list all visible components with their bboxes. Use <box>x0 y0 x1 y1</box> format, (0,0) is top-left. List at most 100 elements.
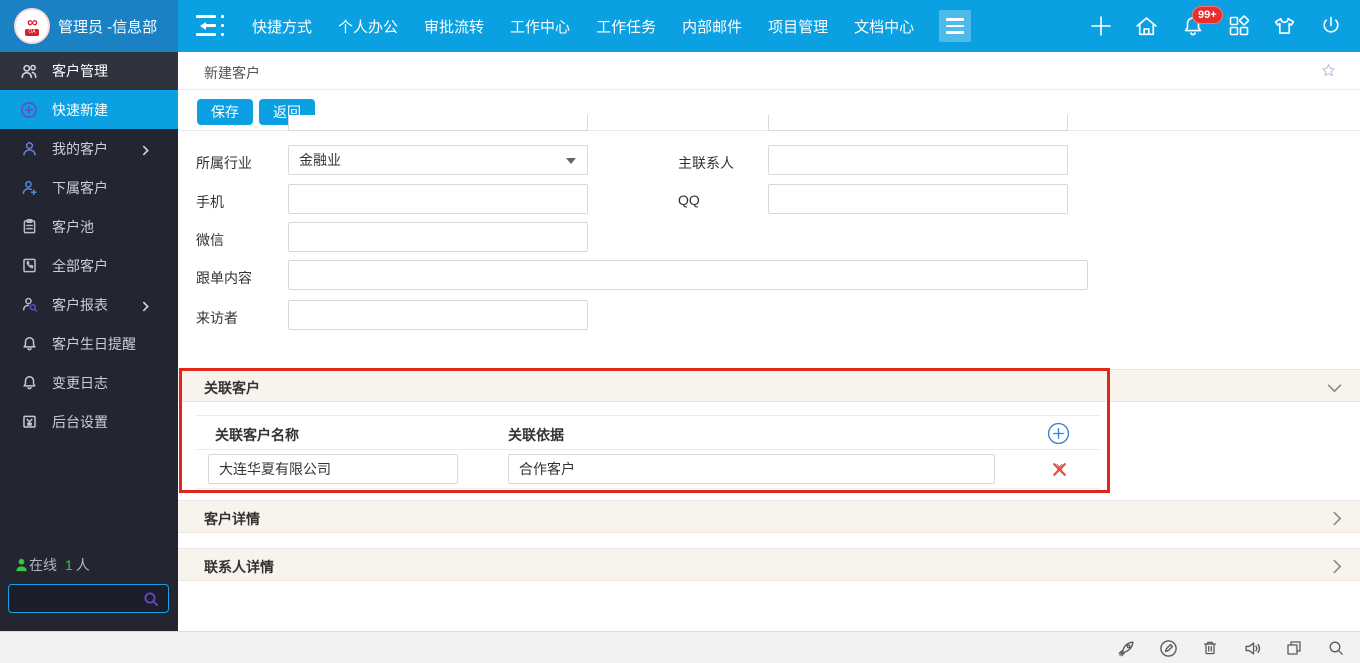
mobile-label: 手机 <box>196 194 224 210</box>
cash-box-icon <box>20 413 38 431</box>
rocket-icon[interactable] <box>1116 638 1136 658</box>
sidebar-item-label: 后台设置 <box>52 413 108 430</box>
sidebar-item-label: 客户报表 <box>52 296 108 313</box>
current-user-label: 管理员 -信息部 <box>58 18 158 36</box>
add-row-icon[interactable] <box>1047 422 1070 450</box>
chevron-right-icon <box>141 299 150 315</box>
company-logo-icon: ∞ OA <box>14 8 50 44</box>
sidebar-item-label: 全部客户 <box>52 257 108 274</box>
sidebar-item-label: 下属客户 <box>52 179 108 196</box>
sidebar-item-subordinate-customers[interactable]: 下属客户 <box>0 168 178 207</box>
online-status: 在线 1 人 <box>14 555 90 575</box>
sidebar-item-label: 客户生日提醒 <box>52 335 136 352</box>
sidebar-search-input[interactable] <box>17 587 137 610</box>
trash-icon[interactable] <box>1200 638 1220 658</box>
industry-label: 所属行业 <box>196 155 252 171</box>
chevron-right-icon <box>141 143 150 159</box>
notification-count-badge: 99+ <box>1192 5 1223 24</box>
sidebar-module-customer-management[interactable]: 客户管理 <box>0 52 178 90</box>
sidebar-item-customer-reports[interactable]: 客户报表 <box>0 285 178 324</box>
nav-approval-flow[interactable]: 审批流转 <box>424 16 484 37</box>
chevron-right-icon <box>1332 559 1342 579</box>
sidebar-item-change-log[interactable]: 变更日志 <box>0 363 178 402</box>
sidebar-item-birthday-reminder[interactable]: 客户生日提醒 <box>0 324 178 363</box>
follow-content-label: 跟单内容 <box>196 270 252 286</box>
visitor-label: 来访者 <box>196 310 238 326</box>
related-table-header-row: 关联客户名称 关联依据 <box>196 415 1100 450</box>
nav-project-management[interactable]: 项目管理 <box>768 16 828 37</box>
nav-document-center[interactable]: 文档中心 <box>854 16 914 37</box>
related-basis-input[interactable] <box>508 454 995 484</box>
top-bar-actions: 99+ <box>1087 0 1344 52</box>
section-customer-details[interactable]: 客户详情 <box>178 500 1360 533</box>
home-icon[interactable] <box>1133 13 1160 40</box>
sidebar-item-customer-pool[interactable]: 客户池 <box>0 207 178 246</box>
section-related-customers[interactable]: 关联客户 <box>178 369 1360 402</box>
section-title: 关联客户 <box>204 380 260 396</box>
industry-select[interactable]: 金融业 <box>288 145 588 175</box>
cutoff-field-right[interactable] <box>768 115 1068 131</box>
edit-circle-icon[interactable] <box>1158 638 1178 658</box>
primary-contact-input[interactable] <box>768 145 1068 175</box>
online-user-icon <box>16 558 27 572</box>
nav-work-tasks[interactable]: 工作任务 <box>596 16 656 37</box>
nav-shortcuts[interactable]: 快捷方式 <box>252 16 312 37</box>
contact-book-icon <box>20 257 38 275</box>
related-name-column-header: 关联客户名称 <box>215 427 299 443</box>
apps-grid-icon[interactable] <box>1225 13 1252 40</box>
sidebar-item-quick-create[interactable]: 快速新建 <box>0 90 178 129</box>
search-icon[interactable] <box>142 590 160 613</box>
nav-personal-office[interactable]: 个人办公 <box>338 16 398 37</box>
visitor-input[interactable] <box>288 300 588 330</box>
sidebar-item-label: 快速新建 <box>52 101 108 118</box>
windows-copy-icon[interactable] <box>1284 638 1304 658</box>
footer-bar <box>0 631 1360 663</box>
plus-circle-icon <box>20 101 38 119</box>
nav-work-center[interactable]: 工作中心 <box>510 16 570 37</box>
sidebar-search-box <box>8 584 169 613</box>
people-icon <box>20 62 38 80</box>
brand-area[interactable]: ∞ OA 管理员 -信息部 <box>0 0 178 52</box>
qq-label: QQ <box>678 192 700 208</box>
sidebar-item-my-customers[interactable]: 我的客户 <box>0 129 178 168</box>
section-contact-details[interactable]: 联系人详情 <box>178 548 1360 581</box>
online-count: 1 <box>65 557 73 573</box>
mobile-input[interactable] <box>288 184 588 214</box>
follow-content-input[interactable] <box>288 260 1088 290</box>
sidebar: 客户管理 快速新建 我的客户 下属客户 客户池 全部客户 客户报表 客户生日提醒… <box>0 52 178 632</box>
nav-internal-mail[interactable]: 内部邮件 <box>682 16 742 37</box>
user-icon <box>20 140 38 158</box>
chevron-right-icon <box>1332 511 1342 531</box>
favorite-star-icon[interactable] <box>1319 61 1338 85</box>
more-menu-icon[interactable] <box>939 10 971 42</box>
sidebar-item-backend-settings[interactable]: 后台设置 <box>0 402 178 441</box>
search-icon[interactable] <box>1326 638 1346 658</box>
related-name-input[interactable] <box>208 454 458 484</box>
primary-contact-label: 主联系人 <box>678 155 734 171</box>
sidebar-item-label: 变更日志 <box>52 374 108 391</box>
theme-shirt-icon[interactable] <box>1271 13 1298 40</box>
notifications-bell-icon[interactable]: 99+ <box>1179 5 1223 40</box>
save-button[interactable]: 保存 <box>197 99 253 125</box>
app-window: ∞ OA 管理员 -信息部 快捷方式 个人办公 审批流转 工作中心 工作任务 内… <box>0 0 1360 663</box>
sidebar-item-label: 客户管理 <box>52 63 108 79</box>
qq-input[interactable] <box>768 184 1068 214</box>
wechat-input[interactable] <box>288 222 588 252</box>
clipboard-icon <box>20 218 38 236</box>
bell-icon <box>20 374 38 392</box>
breadcrumb-row: 新建客户 <box>178 52 1360 90</box>
power-logout-icon[interactable] <box>1317 13 1344 40</box>
industry-value: 金融业 <box>299 152 341 168</box>
cutoff-field-left[interactable] <box>288 115 588 131</box>
online-prefix: 在线 <box>29 557 57 573</box>
delete-row-icon[interactable] <box>1051 461 1068 483</box>
chevron-down-icon <box>1327 380 1342 398</box>
collapse-menu-icon[interactable] <box>196 15 226 37</box>
section-title: 联系人详情 <box>204 559 274 575</box>
speaker-icon[interactable] <box>1242 638 1262 658</box>
top-navigation: 快捷方式 个人办公 审批流转 工作中心 工作任务 内部邮件 项目管理 文档中心 <box>252 0 914 52</box>
sidebar-item-all-customers[interactable]: 全部客户 <box>0 246 178 285</box>
breadcrumb: 新建客户 <box>204 65 260 81</box>
caret-down-icon <box>566 158 576 169</box>
add-new-icon[interactable] <box>1087 13 1114 40</box>
